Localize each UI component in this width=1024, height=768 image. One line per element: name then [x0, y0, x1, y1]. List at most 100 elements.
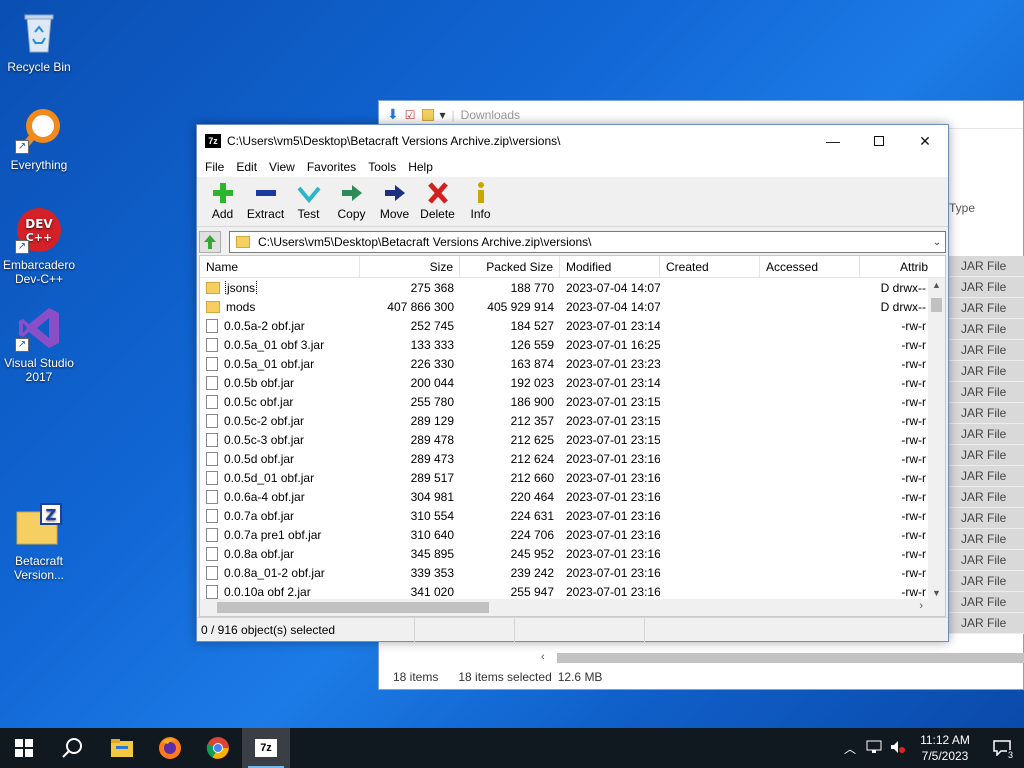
explorer-horizontal-scrollbar[interactable]: ‹	[539, 651, 1024, 665]
column-header-modified[interactable]: Modified	[560, 256, 660, 278]
cell-name: 0.0.5a_01 obf.jar	[200, 356, 360, 371]
path-text[interactable]: C:\Users\vm5\Desktop\Betacraft Versions …	[258, 235, 929, 249]
table-row[interactable]: 0.0.5d obf.jar 289 473 212 624 2023-07-01 2…	[200, 449, 945, 468]
cell-size: 200 044	[410, 375, 454, 390]
recycle-bin-icon	[15, 8, 63, 56]
desktop-icon-devcpp[interactable]: DEV C++ ↗ Embarcadero Dev-C++	[0, 206, 78, 286]
add-button[interactable]: Add	[201, 182, 244, 221]
scroll-thumb[interactable]	[931, 298, 942, 312]
close-button[interactable]: ✕	[902, 125, 948, 157]
cell-modified: 2023-07-01 23:16	[566, 527, 660, 542]
column-header-size[interactable]: Size	[360, 256, 460, 278]
table-row[interactable]: 0.0.5b obf.jar 200 044 192 023 2023-07-01 2…	[200, 373, 945, 392]
move-button[interactable]: Move	[373, 182, 416, 221]
table-row[interactable]: 0.0.5c-2 obf.jar 289 129 212 357 2023-07-01…	[200, 411, 945, 430]
path-combobox[interactable]: C:\Users\vm5\Desktop\Betacraft Versions …	[229, 231, 946, 253]
chevron-down-icon[interactable]: ▾	[440, 108, 446, 122]
column-header-attrib[interactable]: Attrib	[860, 256, 934, 278]
file-rows: jsons 275 368 188 770 2023-07-04 14:07 D drw…	[200, 278, 945, 601]
desktop-icon-recycle-bin[interactable]: Recycle Bin	[0, 8, 78, 74]
table-row[interactable]: 0.0.5c obf.jar 255 780 186 900 2023-07-01 2…	[200, 392, 945, 411]
chevron-up-icon[interactable]: ︿	[838, 740, 862, 757]
network-icon[interactable]	[862, 740, 886, 757]
table-row[interactable]: 0.0.7a obf.jar 310 554 224 631 2023-07-01 2…	[200, 506, 945, 525]
taskbar-file-explorer[interactable]	[98, 728, 146, 768]
table-row[interactable]: 0.0.5a-2 obf.jar 252 745 184 527 2023-07-01…	[200, 316, 945, 335]
cell-name: 0.0.10a obf 2.jar	[200, 584, 360, 599]
table-row[interactable]: 0.0.5d_01 obf.jar 289 517 212 660 2023-07-0…	[200, 468, 945, 487]
table-row[interactable]: 0.0.5a_01 obf.jar 226 330 163 874 2023-07-0…	[200, 354, 945, 373]
cell-modified: 2023-07-01 23:16	[566, 470, 660, 485]
table-row[interactable]: 0.0.6a-4 obf.jar 304 981 220 464 2023-07-01…	[200, 487, 945, 506]
title-bar[interactable]: 7z C:\Users\vm5\Desktop\Betacraft Versio…	[197, 125, 948, 157]
7zip-window[interactable]: 7z C:\Users\vm5\Desktop\Betacraft Versio…	[196, 124, 949, 642]
scroll-thumb[interactable]	[217, 602, 489, 613]
menu-tools[interactable]: Tools	[362, 160, 402, 174]
column-header-type[interactable]: Type	[949, 201, 975, 215]
table-row[interactable]: 0.0.7a pre1 obf.jar 310 640 224 706 2023-07…	[200, 525, 945, 544]
volume-muted-icon[interactable]	[886, 740, 910, 757]
file-explorer-icon	[111, 739, 133, 757]
move-arrow-icon	[384, 185, 405, 201]
cell-size: 339 353	[410, 565, 454, 580]
test-button[interactable]: Test	[287, 182, 330, 221]
menu-favorites[interactable]: Favorites	[301, 160, 362, 174]
desktop-icon-betacraft-archive[interactable]: Z Betacraft Version...	[0, 502, 78, 582]
table-row[interactable]: 0.0.5a_01 obf 3.jar 133 333 126 559 2023-07…	[200, 335, 945, 354]
column-header-accessed[interactable]: Accessed	[760, 256, 860, 278]
vertical-scrollbar[interactable]: ▲ ▼	[928, 278, 945, 600]
extract-button[interactable]: Extract	[244, 182, 287, 221]
search-button[interactable]	[48, 728, 96, 768]
svg-text:Z: Z	[46, 506, 57, 524]
cell-size: 345 895	[410, 546, 454, 561]
menu-edit[interactable]: Edit	[230, 160, 263, 174]
folder-icon[interactable]	[421, 108, 434, 121]
minus-icon	[255, 190, 276, 196]
clock[interactable]: 11:12 AM 7/5/2023	[910, 732, 980, 764]
scroll-left-icon[interactable]: ‹	[541, 651, 545, 663]
scroll-right-icon[interactable]: ›	[919, 600, 923, 612]
menu-file[interactable]: File	[199, 160, 230, 174]
scroll-thumb[interactable]	[557, 653, 1024, 663]
table-row[interactable]: mods 407 866 300 405 929 914 2023-07-04 14:…	[200, 297, 945, 316]
desktop-icon-everything[interactable]: ↗ Everything	[0, 106, 78, 172]
cell-size: 407 866 300	[387, 299, 454, 314]
taskbar-7zip[interactable]: 7z	[242, 728, 290, 768]
start-button[interactable]	[0, 728, 48, 768]
type-cell: JAR File	[949, 571, 1024, 592]
properties-icon[interactable]: ☑	[405, 108, 416, 122]
cell-attrib: -rw-r	[901, 489, 926, 504]
taskbar-chrome[interactable]	[194, 728, 242, 768]
table-row[interactable]: 0.0.8a_01-2 obf.jar 339 353 239 242 2023-07…	[200, 563, 945, 582]
cell-modified: 2023-07-01 23:15	[566, 413, 660, 428]
status-selection: 0 / 916 object(s) selected	[197, 617, 415, 642]
column-header-packed-size[interactable]: Packed Size	[460, 256, 560, 278]
plus-icon	[212, 183, 233, 203]
maximize-button[interactable]	[856, 125, 902, 157]
table-row[interactable]: 0.0.5c-3 obf.jar 289 478 212 625 2023-07-01…	[200, 430, 945, 449]
chevron-down-icon[interactable]: ⌄	[929, 237, 945, 248]
horizontal-scrollbar[interactable]: ›	[200, 599, 945, 616]
minimize-button[interactable]: —	[810, 125, 856, 157]
up-folder-button[interactable]	[199, 231, 221, 253]
cell-name: 0.0.8a_01-2 obf.jar	[200, 565, 360, 580]
cell-name: 0.0.7a obf.jar	[200, 508, 360, 523]
delete-button[interactable]: Delete	[416, 182, 459, 221]
cell-modified: 2023-07-01 23:14	[566, 318, 660, 333]
down-arrow-icon[interactable]: ⬇	[387, 106, 399, 123]
file-list[interactable]: Name Size Packed Size Modified Created A…	[199, 255, 946, 617]
table-row[interactable]: jsons 275 368 188 770 2023-07-04 14:07 D drw…	[200, 278, 945, 297]
desktop-icon-visual-studio[interactable]: ↗ Visual Studio 2017	[0, 304, 78, 384]
menu-view[interactable]: View	[263, 160, 301, 174]
copy-button[interactable]: Copy	[330, 182, 373, 221]
scroll-up-icon[interactable]: ▲	[928, 280, 945, 290]
info-button[interactable]: Info	[459, 182, 502, 221]
taskbar-firefox[interactable]	[146, 728, 194, 768]
menu-help[interactable]: Help	[402, 160, 439, 174]
table-row[interactable]: 0.0.8a obf.jar 345 895 245 952 2023-07-01 2…	[200, 544, 945, 563]
action-center-button[interactable]: 3	[980, 728, 1024, 768]
column-header-name[interactable]: Name	[200, 256, 360, 278]
file-icon	[206, 451, 218, 466]
column-header-created[interactable]: Created	[660, 256, 760, 278]
scroll-down-icon[interactable]: ▼	[928, 588, 945, 598]
